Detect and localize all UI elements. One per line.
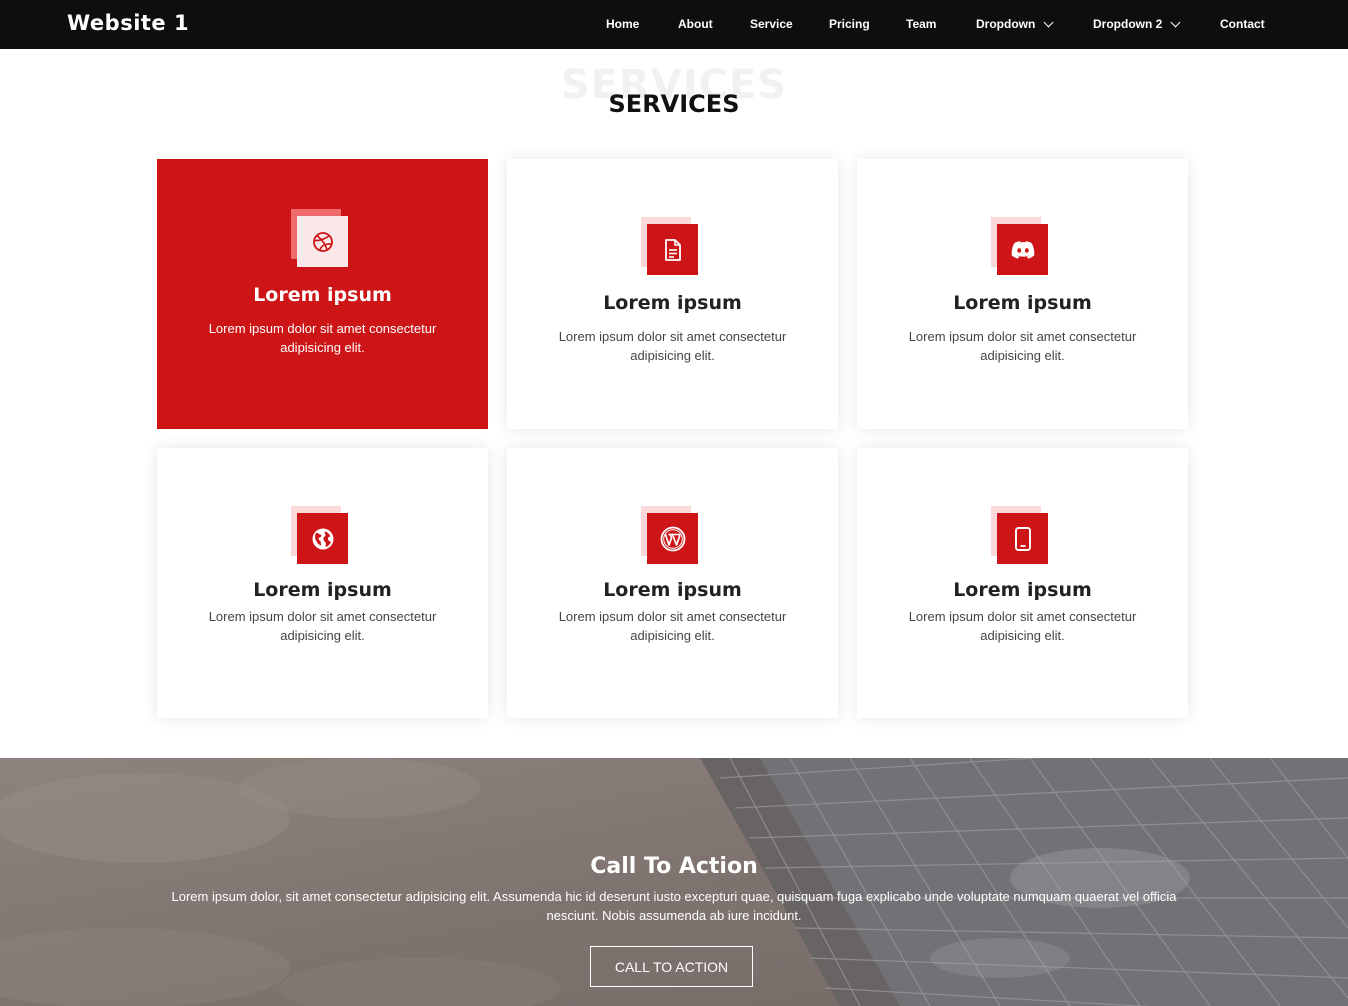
icon-box (641, 217, 698, 277)
card-description: Lorem ipsum dolor sit amet consectetur a… (558, 329, 787, 363)
main-nav: Home About Service Pricing Team Dropdown… (0, 0, 1348, 49)
card-title: Lorem ipsum (603, 292, 742, 314)
call-to-action-button[interactable]: CALL TO ACTION (590, 946, 753, 987)
icon-box-front (997, 513, 1048, 564)
icon-box-front (647, 224, 698, 275)
nav-dropdown-2[interactable]: Dropdown 2 (1093, 17, 1181, 31)
service-card[interactable]: Lorem ipsum Lorem ipsum dolor sit amet c… (157, 448, 488, 718)
cta-title: Call To Action (590, 854, 758, 879)
nav-label: Team (906, 17, 937, 31)
icon-box-front (297, 216, 348, 267)
discord-icon (1011, 240, 1034, 259)
nav-team[interactable]: Team (906, 17, 936, 31)
card-description: Lorem ipsum dolor sit amet consectetur a… (208, 609, 437, 643)
call-to-action-section: Call To Action Lorem ipsum dolor, sit am… (0, 758, 1348, 1006)
icon-box (641, 506, 698, 566)
card-title: Lorem ipsum (953, 292, 1092, 314)
service-card[interactable]: Lorem ipsum Lorem ipsum dolor sit amet c… (157, 159, 488, 429)
document-icon (664, 238, 681, 261)
icon-box-front (997, 224, 1048, 275)
icon-box (291, 209, 348, 269)
nav-pricing[interactable]: Pricing (829, 17, 870, 31)
chevron-down-icon (1043, 17, 1054, 27)
service-card[interactable]: Lorem ipsum Lorem ipsum dolor sit amet c… (507, 159, 838, 429)
nav-service[interactable]: Service (750, 17, 793, 31)
globe-icon (312, 528, 333, 549)
card-description: Lorem ipsum dolor sit amet consectetur a… (558, 609, 787, 643)
top-navbar: Website 1 Home About Service Pricing Tea… (0, 0, 1348, 49)
nav-label: Home (606, 17, 640, 31)
nav-label: Service (750, 17, 793, 31)
nav-label: Contact (1220, 17, 1265, 31)
tablet-icon (1014, 526, 1031, 551)
icon-box-front (647, 513, 698, 564)
cta-description: Lorem ipsum dolor, sit amet consectetur … (171, 889, 1177, 923)
icon-box (991, 506, 1048, 566)
nav-dropdown[interactable]: Dropdown (976, 17, 1054, 31)
dribbble-icon (312, 231, 333, 252)
icon-box (991, 217, 1048, 277)
nav-label: Pricing (829, 17, 870, 31)
nav-label: Dropdown 2 (1093, 17, 1163, 31)
chevron-down-icon (1170, 17, 1181, 27)
section-title: SERVICES (608, 90, 740, 118)
icon-box-front (297, 513, 348, 564)
nav-label: About (678, 17, 713, 31)
card-title: Lorem ipsum (603, 579, 742, 601)
card-description: Lorem ipsum dolor sit amet consectetur a… (908, 329, 1137, 363)
card-title: Lorem ipsum (253, 579, 392, 601)
icon-box (291, 506, 348, 566)
card-title: Lorem ipsum (953, 579, 1092, 601)
card-title: Lorem ipsum (253, 284, 392, 306)
nav-label: Dropdown (976, 17, 1036, 31)
wordpress-icon (660, 526, 685, 551)
nav-about[interactable]: About (678, 17, 713, 31)
service-card[interactable]: Lorem ipsum Lorem ipsum dolor sit amet c… (857, 159, 1188, 429)
service-card[interactable]: Lorem ipsum Lorem ipsum dolor sit amet c… (857, 448, 1188, 718)
nav-home[interactable]: Home (606, 17, 639, 31)
nav-contact[interactable]: Contact (1220, 17, 1265, 31)
card-description: Lorem ipsum dolor sit amet consectetur a… (908, 609, 1137, 643)
service-card[interactable]: Lorem ipsum Lorem ipsum dolor sit amet c… (507, 448, 838, 718)
card-description: Lorem ipsum dolor sit amet consectetur a… (208, 321, 437, 355)
